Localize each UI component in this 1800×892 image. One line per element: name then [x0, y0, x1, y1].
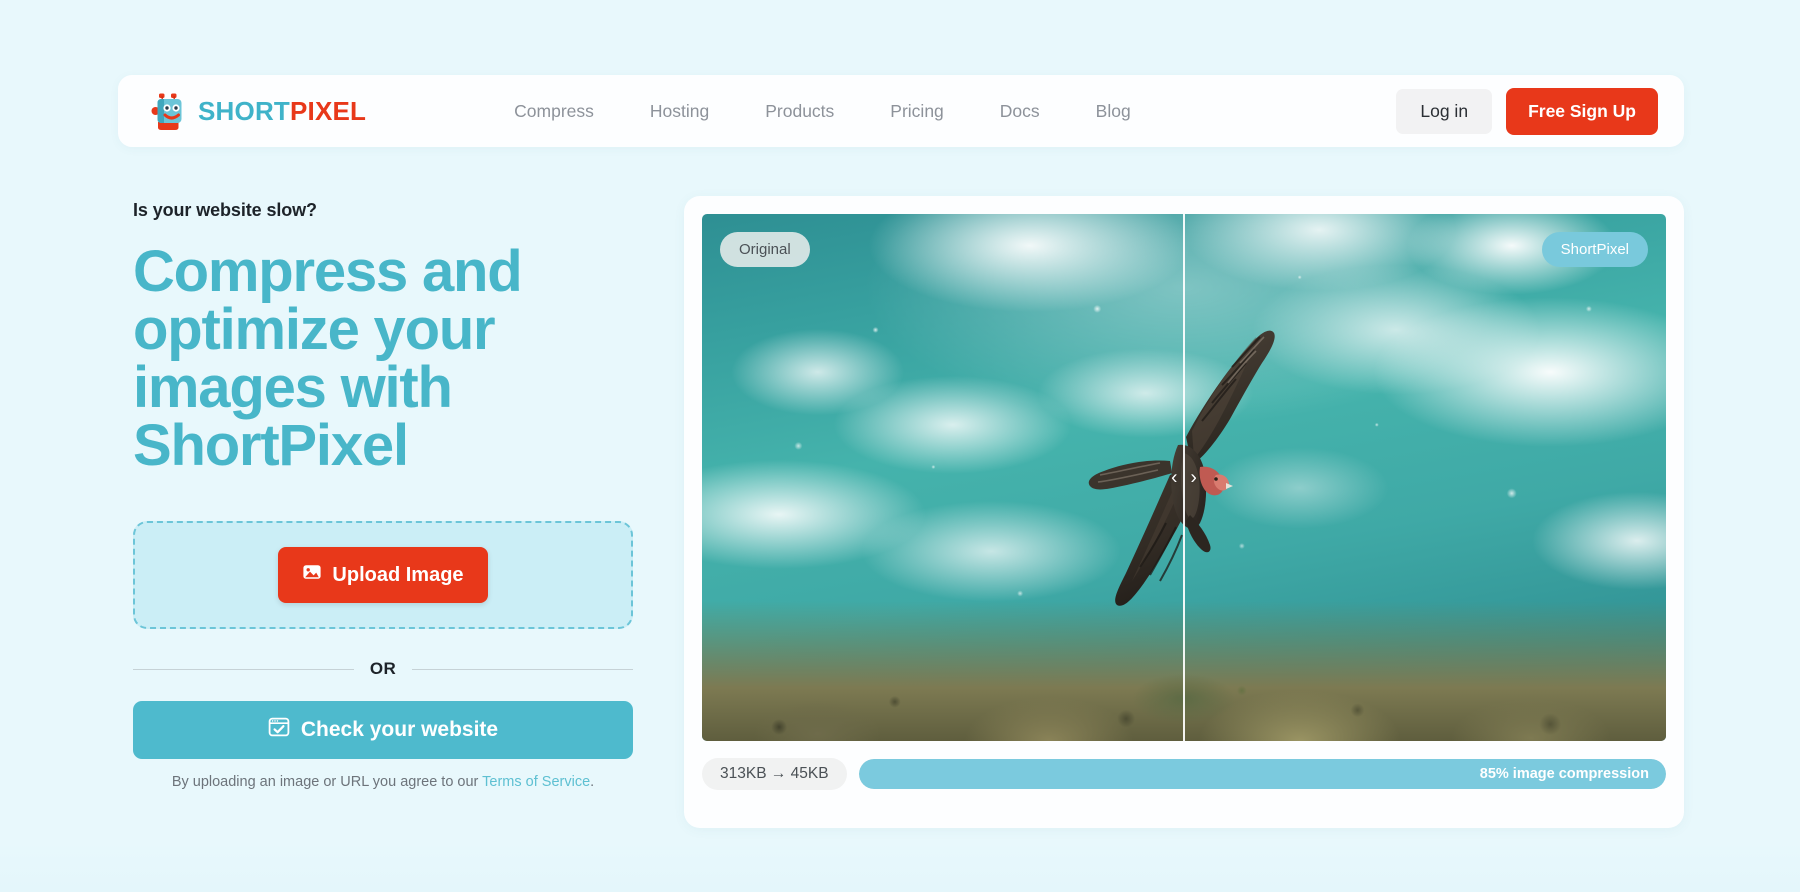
terms-notice: By uploading an image or URL you agree t… [133, 774, 633, 790]
file-size-pill: 313KB → 45KB [702, 758, 847, 790]
hero-content: Is your website slow? Compress and optim… [133, 200, 633, 790]
logo-text: SHORTPIXEL [198, 96, 366, 127]
badge-original: Original [720, 232, 810, 267]
shortpixel-robot-icon [150, 91, 188, 131]
logo[interactable]: SHORTPIXEL [150, 91, 366, 131]
nav-item-products[interactable]: Products [737, 93, 862, 130]
page-title: Compress and optimize your images with S… [133, 239, 523, 478]
divider-rule-right [412, 668, 633, 670]
landing-page: SHORTPIXEL Compress Hosting Products Pri… [0, 0, 1800, 892]
upload-image-button-label: Upload Image [332, 563, 464, 586]
logo-text-pixel: PIXEL [290, 95, 367, 126]
image-upload-icon [302, 562, 322, 588]
nav-item-compress[interactable]: Compress [486, 93, 622, 130]
check-website-button-label: Check your website [300, 718, 499, 741]
terms-of-service-link[interactable]: Terms of Service [482, 774, 590, 790]
login-button[interactable]: Log in [1396, 88, 1493, 134]
image-comparison-card: Original ShortPixel ‹ › 313KB → 45KB 85%… [684, 196, 1684, 828]
badge-shortpixel: ShortPixel [1541, 232, 1648, 267]
comparison-photo[interactable]: Original ShortPixel ‹ › [702, 214, 1666, 741]
compression-progress-fill: 85% image compression [858, 759, 1666, 789]
main-nav: Compress Hosting Products Pricing Docs B… [486, 93, 1159, 130]
logo-text-short: SHORT [198, 95, 290, 126]
chevron-right-icon: › [1190, 467, 1197, 488]
compression-stats: 313KB → 45KB 85% image compression [702, 758, 1666, 790]
signup-button[interactable]: Free Sign Up [1506, 87, 1658, 135]
nav-item-pricing[interactable]: Pricing [862, 93, 972, 130]
nav-item-blog[interactable]: Blog [1068, 93, 1159, 130]
browser-check-icon [268, 716, 290, 744]
upload-dropzone[interactable]: Upload Image [133, 521, 633, 629]
chevron-left-icon: ‹ [1171, 467, 1178, 488]
nav-item-hosting[interactable]: Hosting [622, 93, 737, 130]
site-header: SHORTPIXEL Compress Hosting Products Pri… [118, 75, 1684, 147]
comparison-slider-handle[interactable]: ‹ › [1171, 468, 1197, 487]
or-divider: OR [133, 659, 633, 679]
terms-suffix: . [590, 774, 595, 790]
check-website-button[interactable]: Check your website [133, 701, 633, 759]
divider-rule-left [133, 668, 354, 670]
upload-image-button[interactable]: Upload Image [278, 547, 488, 603]
or-label: OR [369, 659, 397, 678]
header-actions: Log in Free Sign Up [1396, 87, 1658, 135]
hero-eyebrow: Is your website slow? [133, 200, 317, 220]
terms-prefix: By uploading an image or URL you agree t… [171, 774, 483, 790]
compression-progress-bar: 85% image compression [858, 759, 1666, 789]
compression-percent-label: 85% image compression [1479, 766, 1649, 782]
nav-item-docs[interactable]: Docs [972, 93, 1068, 130]
